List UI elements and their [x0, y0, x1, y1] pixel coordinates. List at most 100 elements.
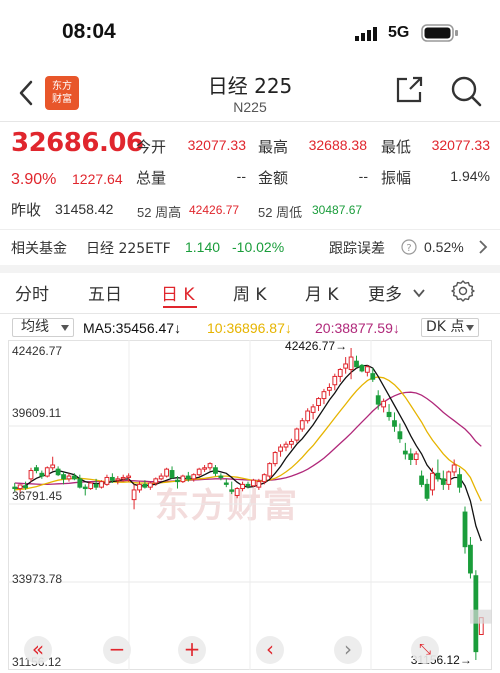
candle-body	[462, 511, 468, 548]
open-label: 今开	[136, 138, 167, 156]
candle-body	[34, 467, 39, 472]
ma-type-select[interactable]: 均线	[12, 318, 74, 337]
candle-body	[126, 475, 132, 478]
divider	[0, 121, 500, 122]
candle-body	[413, 453, 419, 460]
kline-kind-select[interactable]: DK 点	[421, 318, 479, 337]
candle-body	[109, 476, 115, 481]
max-annotation: 42426.77→	[285, 340, 347, 353]
candle-body	[294, 428, 300, 441]
candle-body	[158, 475, 164, 480]
candle-body	[337, 369, 343, 377]
signal-icon	[355, 27, 377, 41]
candle-body	[256, 481, 262, 488]
candle-body	[240, 483, 245, 490]
tracking-error-value: 0.52%	[424, 239, 464, 255]
candle-body	[332, 375, 338, 386]
tab-more[interactable]: 更多	[368, 280, 402, 305]
candle-body	[218, 475, 224, 478]
candle-body	[278, 446, 283, 452]
candle-body	[104, 476, 110, 485]
w52-low-value: 30487.67	[312, 203, 363, 217]
candle-body	[66, 475, 72, 480]
candle-body	[234, 488, 240, 496]
candle-body	[316, 398, 321, 406]
volume-label: 总量	[136, 169, 167, 187]
amount-value: --	[358, 168, 368, 184]
prev-close-label: 昨收	[11, 201, 42, 219]
scroll-left-button[interactable]: ‹	[256, 636, 284, 664]
ma5-value: MA5:35456.47↓	[83, 320, 182, 336]
chevron-right-icon[interactable]	[476, 238, 490, 256]
tab-monthly-k[interactable]: 月 K	[305, 280, 339, 305]
candle-body	[310, 406, 316, 413]
candle-body	[147, 482, 153, 488]
y-tick-label: 42426.77	[12, 344, 63, 358]
candle-body	[93, 483, 99, 488]
candle-body	[142, 483, 148, 488]
help-icon[interactable]: ?	[401, 239, 417, 255]
candle-body	[191, 474, 197, 480]
candle-body	[71, 475, 77, 480]
change-value: 1227.64	[72, 171, 123, 187]
tab-intraday[interactable]: 分时	[15, 280, 49, 305]
candle-body	[207, 463, 213, 469]
candle-body	[251, 479, 256, 487]
candle-body	[267, 463, 273, 477]
candle-body	[213, 467, 218, 474]
page-title: 日经 225	[207, 74, 293, 98]
related-fund-label: 相关基金	[11, 241, 67, 257]
ma10-value: 10:36896.87↓	[207, 320, 292, 336]
y-tick-label: 36791.45	[12, 489, 63, 503]
candle-body	[381, 400, 387, 408]
candle-body	[223, 482, 229, 485]
y-tick-label: 39609.11	[12, 406, 62, 420]
scroll-left-fast-button[interactable]: «	[24, 636, 52, 664]
fullscreen-button[interactable]: ⤡	[411, 636, 439, 664]
candle-body	[326, 386, 332, 391]
candle-body	[397, 431, 403, 440]
back-icon[interactable]	[14, 78, 40, 108]
candle-body	[17, 484, 23, 490]
related-fund-price: 1.140	[185, 239, 221, 255]
share-icon[interactable]	[393, 74, 425, 106]
candle-body	[131, 489, 137, 501]
candle-body	[468, 544, 473, 574]
candle-body	[137, 483, 142, 491]
amplitude-value: 1.94%	[450, 168, 490, 184]
candle-body	[451, 464, 457, 473]
candle-body	[446, 471, 452, 485]
zoom-in-button[interactable]: +	[178, 636, 206, 664]
low-label: 最低	[381, 138, 412, 156]
candlestick-chart[interactable]: 42426.77→31156.12→	[8, 340, 492, 670]
tab-daily-k[interactable]: 日 K	[161, 280, 195, 305]
search-icon[interactable]	[449, 74, 483, 108]
related-fund-name[interactable]: 日经 225ETF	[86, 238, 171, 258]
candle-body	[424, 483, 430, 499]
candle-body	[370, 373, 376, 380]
candle-body	[50, 464, 56, 469]
candle-body	[23, 485, 28, 489]
candle-body	[99, 481, 104, 488]
candle-body	[55, 468, 61, 476]
candle-body	[386, 411, 392, 418]
candle-body	[245, 483, 251, 487]
candle-body	[321, 391, 327, 400]
candle-body	[175, 479, 180, 483]
zoom-out-button[interactable]: −	[103, 636, 131, 664]
prev-close-value: 31458.42	[55, 201, 114, 217]
chevron-down-icon[interactable]	[413, 288, 425, 298]
candle-body	[305, 410, 311, 422]
gear-icon[interactable]	[451, 279, 475, 303]
tab-weekly-k[interactable]: 周 K	[233, 280, 267, 305]
price-marker	[470, 609, 492, 624]
scroll-right-button[interactable]: ›	[334, 636, 362, 664]
high-label: 最高	[258, 138, 289, 156]
candle-body	[419, 475, 425, 485]
app-logo: 东方 财富	[45, 76, 79, 110]
tab-five-day[interactable]: 五日	[88, 280, 122, 305]
candle-body	[354, 360, 359, 368]
page-subtitle: N225	[233, 99, 267, 115]
candle-body	[185, 475, 191, 480]
candle-body	[408, 453, 414, 460]
